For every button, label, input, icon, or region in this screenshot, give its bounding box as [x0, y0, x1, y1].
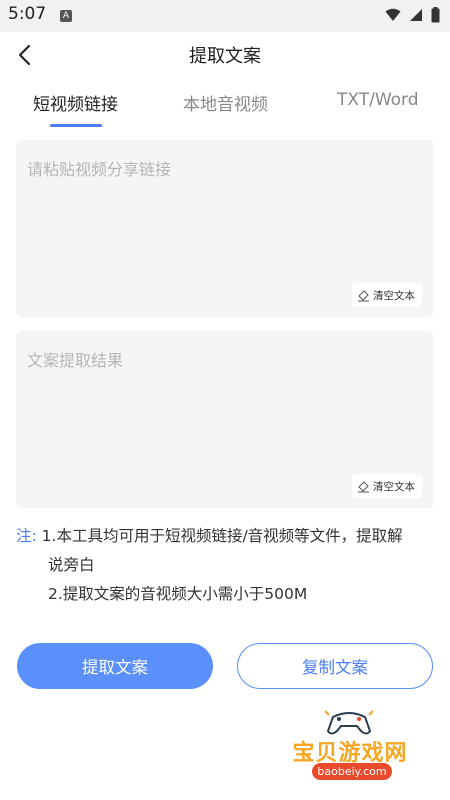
page-title: 提取文案 [189, 46, 261, 67]
extract-button[interactable]: 提取文案 [17, 643, 213, 689]
copy-button[interactable]: 复制文案 [237, 643, 433, 689]
tab-short-video-link[interactable]: 短视频链接 [33, 90, 118, 115]
result-output[interactable]: 文案提取结果 清空文本 [16, 331, 434, 508]
eraser-icon [358, 289, 369, 301]
gamepad-icon [324, 710, 374, 735]
status-bar: 5:07 A [0, 0, 450, 32]
signal-icon [410, 9, 422, 21]
clear-result-label: 清空文本 [373, 480, 415, 493]
watermark-logo: 宝贝游戏网 baobeiy.com [275, 705, 425, 785]
clear-input-label: 清空文本 [373, 289, 415, 302]
status-time: 5:07 [8, 4, 47, 24]
clear-result-button[interactable]: 清空文本 [352, 474, 422, 498]
tab-local-media[interactable]: 本地音视频 [183, 90, 268, 115]
usage-notes: 注: 1.本工具均可用于短视频链接/音视频等文件，提取解 说旁白 2.提取文案的… [16, 522, 436, 609]
battery-icon [431, 7, 440, 23]
note-line-1: 1.本工具均可用于短视频链接/音视频等文件，提取解 [41, 527, 403, 545]
app-bar: 提取文案 [0, 32, 450, 78]
video-link-placeholder: 请粘贴视频分享链接 [27, 160, 172, 179]
active-tab-indicator [50, 124, 102, 127]
video-link-input[interactable]: 请粘贴视频分享链接 清空文本 [16, 140, 434, 317]
note-line-1-cont: 说旁白 [48, 556, 95, 574]
wifi-icon [385, 8, 401, 21]
note-line-2: 2.提取文案的音视频大小需小于500M [48, 585, 308, 603]
notification-icon: A [60, 10, 72, 22]
tab-txt-word[interactable]: TXT/Word [337, 90, 419, 110]
clear-input-button[interactable]: 清空文本 [352, 283, 422, 307]
tab-bar: 短视频链接 本地音视频 TXT/Word [0, 82, 450, 128]
notes-label: 注: [16, 527, 37, 545]
eraser-icon [358, 480, 369, 492]
watermark-url: baobeiy.com [312, 763, 392, 780]
result-placeholder: 文案提取结果 [27, 351, 124, 370]
